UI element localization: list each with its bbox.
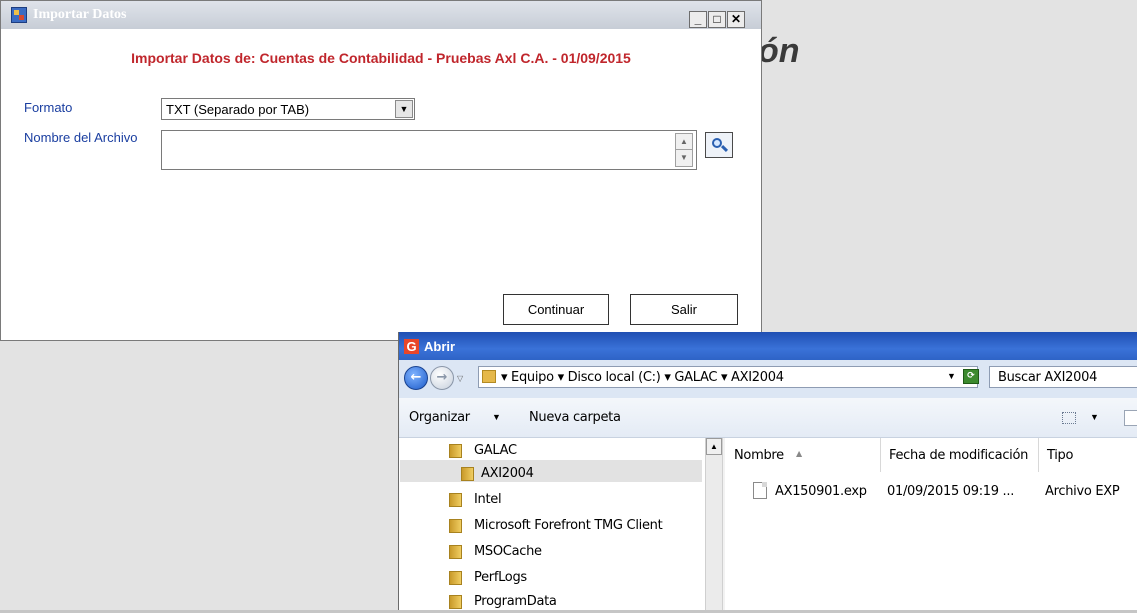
column-header-type[interactable]: Tipo [1039,438,1137,472]
format-value: TXT (Separado por TAB) [166,102,310,117]
scroll-down-arrow-icon[interactable]: ▼ [675,149,693,167]
folder-icon [449,571,462,585]
dialog-title-bar[interactable]: G Abrir [399,332,1137,360]
folder-icon [482,370,496,383]
preview-pane-icon[interactable] [1124,410,1137,426]
back-arrow-icon[interactable]: ← [404,366,428,390]
forward-arrow-icon[interactable]: → [430,366,454,390]
browse-button[interactable] [705,132,733,158]
continue-button[interactable]: Continuar [503,294,609,325]
nav-item-microsoft-forefront[interactable]: Microsoft Forefront TMG Client [399,515,699,537]
folder-icon [449,545,462,559]
file-type[interactable]: Archivo EXP [1045,484,1120,499]
new-folder-button[interactable]: Nueva carpeta [529,410,621,425]
column-header-label: Tipo [1047,448,1074,463]
folder-icon [461,467,474,481]
column-header-name[interactable]: Nombre ▲ [726,438,881,472]
file-name[interactable]: AX150901.exp [775,484,867,499]
nav-item-label: Intel [474,492,502,507]
scroll-up-arrow-icon[interactable]: ▲ [706,438,722,455]
import-heading: Importar Datos de: Cuentas de Contabilid… [131,50,631,66]
minimize-button[interactable]: _ [689,11,707,28]
import-data-window: Importar Datos _ □ ✕ Importar Datos de: … [0,0,762,341]
folder-icon [449,519,462,533]
nav-item-label: AXI2004 [481,466,534,481]
folder-icon [449,444,462,458]
nav-item-label: GALAC [474,443,517,458]
search-input[interactable]: Buscar AXI2004 [989,366,1137,388]
view-options-icon[interactable] [1062,412,1076,424]
organize-button[interactable]: Organizar [409,410,470,425]
app-window-icon [11,7,27,23]
file-name-label: Nombre del Archivo [24,130,138,145]
address-bar-area: ← → ▽ ▾ Equipo ▾ Disco local (C:) ▾ GALA… [399,360,1137,398]
file-name-input[interactable] [161,130,697,170]
background-lower-left [0,341,398,610]
column-header-modified[interactable]: Fecha de modificación [881,438,1039,472]
format-label: Formato [24,100,73,115]
nav-item-intel[interactable]: Intel [399,489,699,511]
refresh-icon[interactable]: ⟳ [963,369,979,384]
open-file-dialog: G Abrir ← → ▽ ▾ Equipo ▾ Disco local (C:… [398,332,1137,610]
nav-item-label: PerfLogs [474,570,527,585]
app-logo-icon: G [404,339,419,354]
nav-item-msocache[interactable]: MSOCache [399,541,699,563]
file-icon [753,482,767,499]
address-breadcrumb[interactable]: ▾ Equipo ▾ Disco local (C:) ▾ GALAC ▾ AX… [478,366,978,388]
folder-icon [449,595,462,609]
file-modified[interactable]: 01/09/2015 09:19 ... [887,484,1014,499]
nav-item-galac[interactable]: GALAC [399,440,699,462]
format-select[interactable]: TXT (Separado por TAB) ▼ [161,98,415,120]
sort-ascending-icon: ▲ [796,449,802,458]
dialog-title: Abrir [424,339,456,354]
address-dropdown-icon[interactable]: ▼ [947,371,956,381]
exit-button[interactable]: Salir [630,294,738,325]
nav-item-label: MSOCache [474,544,542,559]
nav-item-perflogs[interactable]: PerfLogs [399,567,699,589]
dialog-toolbar: Organizar ▼ Nueva carpeta ▼ [399,398,1137,438]
background-title-fragment: ón [758,32,800,70]
chevron-down-icon[interactable]: ▼ [395,100,413,118]
nav-item-label: Microsoft Forefront TMG Client [474,518,663,533]
window-title: Importar Datos [33,7,127,22]
folder-icon [449,493,462,507]
close-button[interactable]: ✕ [727,11,745,28]
nav-item-axi2004[interactable]: AXI2004 [399,463,699,485]
nav-scrollbar[interactable]: ▲ [705,438,722,610]
maximize-button[interactable]: □ [708,11,726,28]
column-header-label: Nombre [734,448,784,463]
history-dropdown-icon[interactable]: ▽ [457,374,463,383]
nav-item-label: ProgramData [474,594,557,609]
breadcrumb-path[interactable]: ▾ Equipo ▾ Disco local (C:) ▾ GALAC ▾ AX… [501,370,784,385]
pane-splitter[interactable] [722,438,725,610]
organize-dropdown-icon[interactable]: ▼ [492,412,501,422]
column-header-label: Fecha de modificación [889,448,1029,463]
view-dropdown-icon[interactable]: ▼ [1090,412,1099,422]
search-placeholder: Buscar AXI2004 [998,370,1098,385]
title-bar[interactable]: Importar Datos _ □ ✕ [1,1,761,29]
